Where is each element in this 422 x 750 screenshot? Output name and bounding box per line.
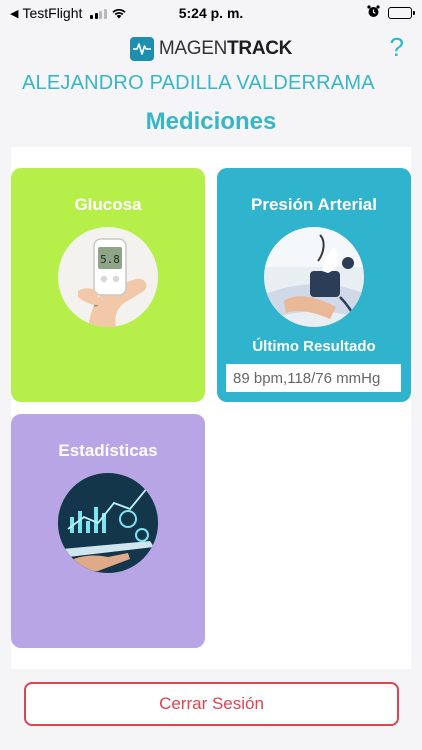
user-name: ALEJANDRO PADILLA VALDERRAMA bbox=[22, 72, 375, 94]
page-title: Mediciones bbox=[145, 108, 277, 135]
alarm-icon bbox=[367, 5, 380, 21]
logo-prefix: MAGEN bbox=[158, 38, 228, 59]
heartbeat-icon bbox=[129, 37, 154, 61]
status-left[interactable]: ◀ TestFlight bbox=[10, 5, 127, 21]
estadisticas-card[interactable]: Estadísticas bbox=[11, 414, 205, 648]
presion-arterial-card[interactable]: Presión Arterial Último Resultado 89 bpm… bbox=[217, 168, 411, 402]
logo-text: MAGENTRACK bbox=[159, 38, 292, 60]
last-result-value: 89 bpm,118/76 mmHg bbox=[226, 364, 401, 392]
estadisticas-title: Estadísticas bbox=[58, 441, 158, 460]
status-right bbox=[367, 5, 415, 21]
presion-arterial-title: Presión Arterial bbox=[251, 195, 377, 214]
app-header: MAGENTRACK ? bbox=[0, 30, 422, 68]
blood-pressure-image bbox=[264, 227, 364, 327]
glucosa-card[interactable]: Glucosa 5.8 bbox=[11, 168, 205, 402]
back-app-label[interactable]: TestFlight bbox=[22, 5, 82, 21]
statistics-image bbox=[58, 473, 158, 573]
app-logo: MAGENTRACK bbox=[129, 37, 292, 61]
glucosa-title: Glucosa bbox=[74, 195, 142, 214]
help-button[interactable]: ? bbox=[390, 32, 404, 63]
glucometer-image: 5.8 bbox=[58, 227, 158, 327]
signal-icon bbox=[90, 7, 107, 19]
battery-icon bbox=[388, 7, 415, 19]
logo-suffix: TRACK bbox=[227, 38, 293, 59]
status-bar: ◀ TestFlight 5:24 p. m. bbox=[0, 0, 422, 26]
last-result-label: Último Resultado bbox=[252, 338, 376, 355]
svg-text:5.8: 5.8 bbox=[100, 253, 120, 266]
back-arrow-icon[interactable]: ◀ bbox=[10, 7, 18, 20]
wifi-icon bbox=[111, 7, 127, 19]
logout-button[interactable]: Cerrar Sesión bbox=[24, 682, 399, 726]
